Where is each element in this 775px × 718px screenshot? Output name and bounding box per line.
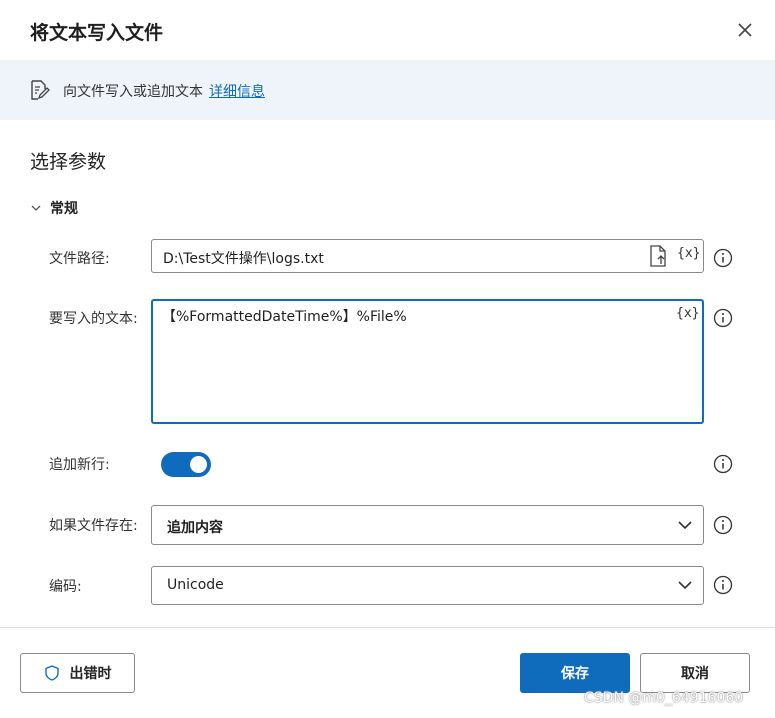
dialog-title: 将文本写入文件	[30, 22, 164, 44]
if-file-exists-label: 如果文件存在:	[49, 518, 138, 534]
info-icon[interactable]	[713, 454, 733, 474]
file-path-input[interactable]: D:\Test文件操作\logs.txt {x}	[151, 239, 704, 273]
footer-divider	[0, 627, 775, 628]
encoding-select[interactable]: Unicode	[151, 566, 704, 605]
banner-description: 向文件写入或追加文本	[63, 84, 203, 100]
text-to-write-textarea[interactable]: 【%FormattedDateTime%】%File% {x}	[151, 299, 704, 424]
close-icon[interactable]	[735, 20, 755, 40]
append-newline-toggle[interactable]	[161, 452, 211, 477]
on-error-label: 出错时	[69, 666, 112, 682]
file-select-icon[interactable]	[648, 245, 668, 267]
encoding-label: 编码:	[49, 579, 82, 595]
if-file-exists-value: 追加内容	[167, 520, 223, 536]
file-path-value: D:\Test文件操作\logs.txt	[163, 251, 324, 267]
file-path-label: 文件路径:	[49, 251, 110, 267]
on-error-button[interactable]: 出错时	[20, 653, 135, 693]
info-banner: 向文件写入或追加文本 详细信息	[0, 60, 775, 120]
info-icon[interactable]	[713, 308, 733, 328]
text-to-write-value: 【%FormattedDateTime%】%File%	[162, 309, 407, 325]
info-icon[interactable]	[713, 248, 733, 268]
chevron-down-icon	[31, 205, 41, 211]
info-icon[interactable]	[713, 515, 733, 535]
document-edit-icon	[31, 80, 50, 100]
watermark: CSDN @m0_64916060	[584, 690, 744, 706]
group-toggle-general[interactable]: 常规	[30, 198, 78, 218]
toggle-knob	[190, 456, 207, 473]
shield-icon	[44, 665, 59, 681]
if-file-exists-select[interactable]: 追加内容	[151, 505, 704, 545]
file-path-variable-button[interactable]: {x}	[677, 246, 700, 261]
text-variable-button[interactable]: {x}	[676, 306, 699, 321]
group-label: 常规	[50, 201, 78, 217]
chevron-down-icon	[678, 521, 692, 530]
info-icon[interactable]	[713, 575, 733, 595]
banner-text: 向文件写入或追加文本 详细信息	[63, 81, 265, 101]
text-to-write-label: 要写入的文本:	[49, 311, 138, 327]
cancel-button[interactable]: 取消	[640, 653, 750, 693]
save-button[interactable]: 保存	[520, 653, 630, 693]
details-link[interactable]: 详细信息	[209, 84, 265, 100]
chevron-down-icon	[678, 581, 692, 590]
append-newline-label: 追加新行:	[49, 457, 110, 473]
encoding-value: Unicode	[167, 577, 224, 593]
section-title: 选择参数	[30, 151, 107, 173]
